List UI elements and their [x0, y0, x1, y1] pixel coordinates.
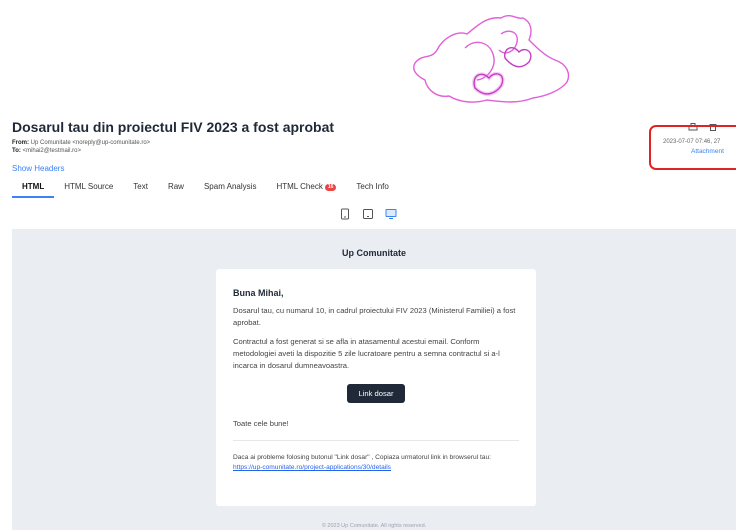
tab-raw[interactable]: Raw	[158, 178, 194, 198]
desktop-view-icon[interactable]	[385, 207, 397, 219]
from-label: From:	[12, 140, 29, 146]
link-dosar-button[interactable]: Link dosar	[347, 384, 405, 403]
tab-spam-analysis[interactable]: Spam Analysis	[194, 178, 266, 198]
to-label: To:	[12, 148, 21, 154]
to-line: To: <mihai2@testmail.ro>	[12, 147, 150, 155]
tab-html-label: HTML	[22, 182, 45, 191]
romania-map-logo	[405, 8, 580, 108]
tab-spam-analysis-label: Spam Analysis	[203, 182, 257, 191]
to-value: <mihai2@testmail.ro>	[22, 148, 82, 154]
contract-paragraph: Contractul a fost generat si se afla in …	[233, 337, 500, 370]
tab-html-check[interactable]: HTML Check 16	[266, 178, 346, 198]
email-card: Buna Mihai, Dosarul tau, cu numarul 10, …	[216, 269, 536, 506]
tablet-view-icon[interactable]	[362, 207, 374, 219]
email-meta: From: Up Comunitate <noreply@up-comunita…	[12, 139, 150, 155]
from-line: From: Up Comunitate <noreply@up-comunita…	[12, 139, 150, 147]
tab-tech-info[interactable]: Tech Info	[346, 178, 398, 198]
brand-name: Up Comunitate	[342, 248, 406, 258]
email-preview: Up Comunitate Buna Mihai, Dosarul tau, c…	[12, 229, 736, 530]
tab-html[interactable]: HTML	[12, 178, 55, 198]
phone-view-icon[interactable]	[339, 207, 351, 220]
email-subject: Dosarul tau din proiectul FIV 2023 a fos…	[12, 119, 335, 135]
html-check-badge: 16	[324, 184, 337, 191]
tab-text[interactable]: Text	[123, 178, 158, 198]
email-date: 2023-07-07 07:46, 27	[663, 139, 721, 145]
fallback-note-text: Daca ai probleme folosing butonul "Link …	[233, 454, 491, 461]
attachments-link[interactable]: Attachment	[691, 148, 724, 155]
divider	[233, 440, 519, 441]
from-value: Up Comunitate <noreply@up-comunitate.ro>	[30, 140, 151, 146]
footer-copyright: © 2023 Up Comunitate. All rights reserve…	[321, 523, 427, 529]
fallback-note: Daca ai probleme folosing butonul "Link …	[233, 453, 519, 473]
tab-html-source[interactable]: HTML Source	[54, 178, 123, 198]
approval-paragraph: Dosarul tau, cu numarul 10, in cadrul pr…	[233, 306, 516, 327]
tab-html-check-label: HTML Check	[276, 182, 323, 191]
device-switcher	[339, 207, 397, 220]
button-wrap: Link dosar	[233, 383, 519, 403]
tab-text-label: Text	[133, 182, 148, 191]
tab-html-source-label: HTML Source	[64, 182, 114, 191]
greeting: Buna Mihai,	[233, 288, 284, 298]
tab-tech-info-label: Tech Info	[356, 182, 389, 191]
details-link[interactable]: https://up-comunitate.ro/project-applica…	[233, 464, 391, 471]
tab-raw-label: Raw	[167, 182, 184, 191]
show-headers-link[interactable]: Show Headers	[12, 164, 64, 173]
view-tabs: HTML HTML Source Text Raw Spam Analysis …	[12, 178, 399, 198]
closing-text: Toate cele bune!	[233, 419, 289, 428]
